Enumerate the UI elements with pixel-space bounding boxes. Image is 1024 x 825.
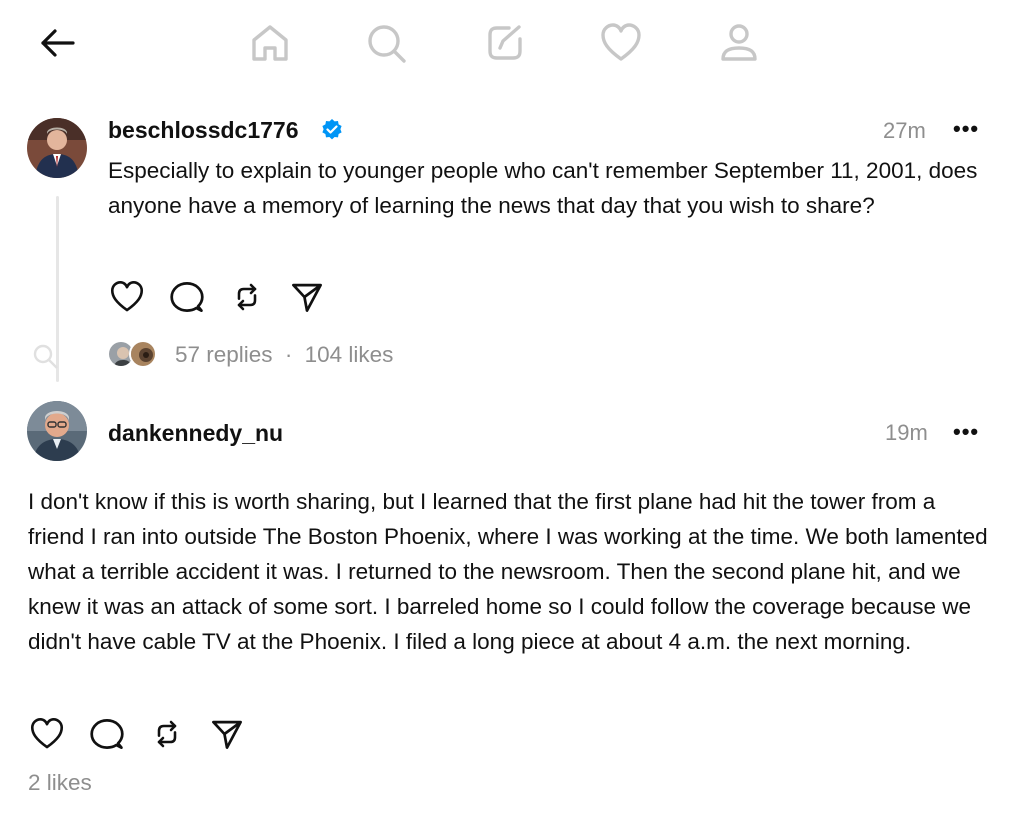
more-options-button[interactable]: ••• — [953, 118, 979, 140]
repost-icon — [237, 283, 257, 311]
comment-button[interactable] — [167, 277, 207, 317]
post-timestamp: 27m — [883, 118, 926, 143]
nav-profile-button[interactable] — [715, 19, 763, 67]
nav-search-button[interactable] — [362, 19, 410, 67]
activity-heart-icon — [601, 23, 641, 61]
nav-home-button[interactable] — [246, 19, 294, 67]
comment-icon — [90, 719, 124, 749]
like-button[interactable] — [107, 277, 147, 317]
reply-text: I don't know if this is worth sharing, b… — [28, 489, 988, 654]
avatar — [129, 340, 157, 368]
like-icon — [110, 280, 144, 312]
likes-count[interactable]: 104 likes — [305, 342, 394, 367]
share-button[interactable] — [287, 277, 327, 317]
repost-button[interactable] — [227, 277, 267, 317]
post-username[interactable]: beschlossdc1776 — [108, 116, 299, 144]
reply-timestamp: 19m — [885, 420, 928, 445]
post-stats: 57 replies · 104 likes — [175, 341, 393, 369]
home-icon — [252, 25, 288, 61]
comment-icon — [170, 282, 204, 312]
share-button[interactable] — [207, 714, 247, 754]
profile-icon — [721, 24, 757, 61]
avatar[interactable] — [27, 401, 87, 461]
more-options-button[interactable]: ••• — [953, 421, 979, 443]
thread-page: beschlossdc1776 27m ••• Especially to ex… — [0, 0, 1024, 825]
nav-compose-button[interactable] — [481, 19, 529, 67]
repost-button[interactable] — [147, 714, 187, 754]
share-icon — [212, 720, 242, 749]
post-actions — [107, 277, 327, 317]
back-button[interactable] — [33, 19, 81, 67]
search-icon — [368, 25, 406, 63]
reply-likes-count[interactable]: 2 likes — [28, 769, 92, 797]
reply-actions — [27, 714, 247, 754]
avatar[interactable] — [27, 118, 87, 178]
compose-icon — [488, 25, 522, 60]
stats-separator: · — [284, 342, 293, 367]
comment-button[interactable] — [87, 714, 127, 754]
repost-icon — [157, 720, 177, 748]
reply-username[interactable]: dankennedy_nu — [108, 419, 283, 447]
back-arrow-icon — [41, 29, 75, 57]
like-icon — [30, 717, 64, 749]
post-text: Especially to explain to younger people … — [108, 158, 978, 218]
share-icon — [292, 283, 322, 312]
verified-badge-icon — [322, 119, 342, 140]
nav-activity-button[interactable] — [597, 19, 645, 67]
replies-count[interactable]: 57 replies — [175, 342, 273, 367]
reply-avatars — [107, 340, 159, 370]
like-button[interactable] — [27, 714, 67, 754]
thread-end-icon — [33, 344, 58, 369]
